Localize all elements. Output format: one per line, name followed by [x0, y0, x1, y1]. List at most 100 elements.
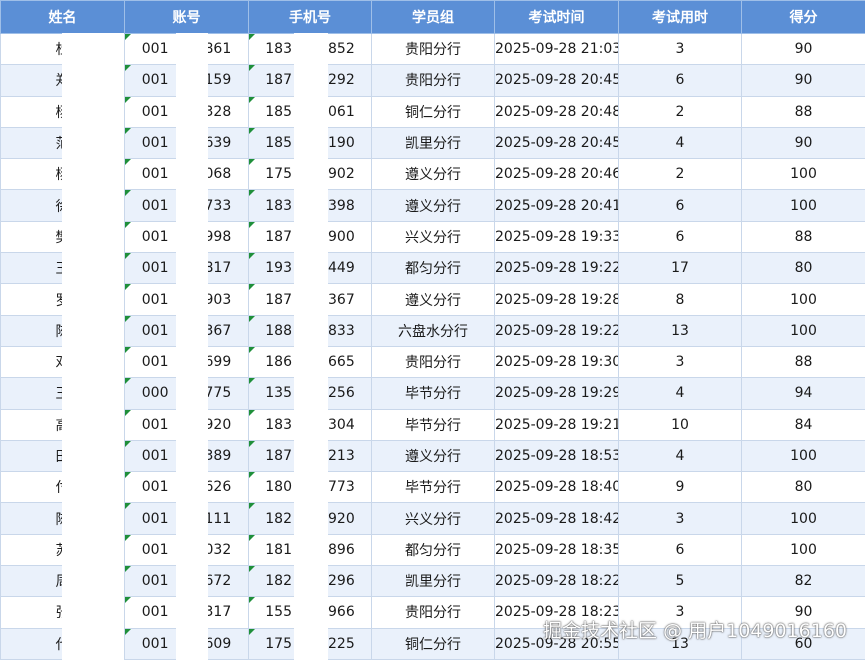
cell-duration: 3: [618, 32, 742, 66]
cell-duration: 2: [618, 158, 742, 191]
header-exam-time[interactable]: 考试时间: [494, 0, 619, 34]
table-row[interactable]: 付001626180773毕节分行2025-09-28 18:40980: [0, 471, 865, 504]
cell-group: 毕节分行: [371, 408, 495, 441]
table-row[interactable]: 高001920183304毕节分行2025-09-28 19:211084: [0, 408, 865, 441]
table-row[interactable]: 田001389187213遵义分行2025-09-28 18:534100: [0, 439, 865, 473]
header-score[interactable]: 得分: [741, 0, 865, 34]
table-row[interactable]: 邓001699186665贵阳分行2025-09-28 19:30388: [0, 345, 865, 379]
cell-group: 遵义分行: [371, 439, 495, 473]
cell-duration: 3: [618, 502, 742, 535]
cell-exam-time: 2025-09-28 19:28: [494, 283, 619, 316]
header-group[interactable]: 学员组: [371, 0, 495, 34]
cell-group: 都匀分行: [371, 533, 495, 567]
cell-score: 100: [741, 189, 865, 222]
cell-exam-time: 2025-09-28 18:42: [494, 502, 619, 535]
cell-exam-time: 2025-09-28 19:33: [494, 220, 619, 254]
cell-exam-time: 2025-09-28 20:46: [494, 158, 619, 191]
table-row[interactable]: 周001672182296凯里分行2025-09-28 18:22582: [0, 565, 865, 598]
cell-duration: 6: [618, 64, 742, 97]
cell-duration: 13: [618, 314, 742, 347]
cell-score: 90: [741, 32, 865, 66]
cell-exam-time: 2025-09-28 18:22: [494, 565, 619, 598]
cell-duration: 4: [618, 126, 742, 160]
cell-score: 88: [741, 95, 865, 128]
cell-group: 兴义分行: [371, 220, 495, 254]
table-row[interactable]: 范001639185190凯里分行2025-09-28 20:45490: [0, 126, 865, 160]
cell-exam-time: 2025-09-28 19:21: [494, 408, 619, 441]
table-row[interactable]: 王001817193449都匀分行2025-09-28 19:221780: [0, 252, 865, 285]
cell-group: 贵阳分行: [371, 64, 495, 97]
cell-score: 100: [741, 502, 865, 535]
cell-exam-time: 2025-09-28 18:53: [494, 439, 619, 473]
cell-exam-time: 2025-09-28 20:48: [494, 95, 619, 128]
cell-duration: 6: [618, 189, 742, 222]
redaction-mask-name: [62, 33, 124, 661]
header-name[interactable]: 姓名: [0, 0, 125, 34]
cell-exam-time: 2025-09-28 20:45: [494, 126, 619, 160]
cell-score: 82: [741, 565, 865, 598]
cell-group: 遵义分行: [371, 158, 495, 191]
cell-duration: 5: [618, 565, 742, 598]
table-row[interactable]: 杨001068175902遵义分行2025-09-28 20:462100: [0, 158, 865, 191]
cell-group: 毕节分行: [371, 377, 495, 410]
header-duration[interactable]: 考试用时: [618, 0, 742, 34]
cell-duration: 2: [618, 95, 742, 128]
cell-exam-time: 2025-09-28 20:45: [494, 64, 619, 97]
cell-group: 六盘水分行: [371, 314, 495, 347]
table-row[interactable]: 郑001159187292贵阳分行2025-09-28 20:45690: [0, 64, 865, 97]
cell-score: 94: [741, 377, 865, 410]
table-row[interactable]: 徐001733183398遵义分行2025-09-28 20:416100: [0, 189, 865, 222]
cell-group: 铜仁分行: [371, 627, 495, 660]
table-row[interactable]: 苏001032181896都匀分行2025-09-28 18:356100: [0, 533, 865, 567]
table-row[interactable]: 王000775135256毕节分行2025-09-28 19:29494: [0, 377, 865, 410]
cell-exam-time: 2025-09-28 18:40: [494, 471, 619, 504]
table-row[interactable]: 罗001903187367遵义分行2025-09-28 19:288100: [0, 283, 865, 316]
cell-score: 88: [741, 345, 865, 379]
cell-duration: 8: [618, 283, 742, 316]
cell-duration: 4: [618, 439, 742, 473]
cell-duration: 10: [618, 408, 742, 441]
cell-exam-time: 2025-09-28 21:03: [494, 32, 619, 66]
table-row[interactable]: 杜001861183852贵阳分行2025-09-28 21:03390: [0, 32, 865, 66]
cell-exam-time: 2025-09-28 18:35: [494, 533, 619, 567]
cell-group: 毕节分行: [371, 471, 495, 504]
cell-duration: 17: [618, 252, 742, 285]
cell-score: 100: [741, 158, 865, 191]
cell-group: 贵阳分行: [371, 596, 495, 629]
cell-score: 100: [741, 283, 865, 316]
cell-group: 都匀分行: [371, 252, 495, 285]
header-account[interactable]: 账号: [124, 0, 249, 34]
cell-exam-time: 2025-09-28 20:41: [494, 189, 619, 222]
table-row[interactable]: 樊001998187900兴义分行2025-09-28 19:33688: [0, 220, 865, 254]
exam-results-table: 姓名 账号 手机号 学员组 考试时间 考试用时 得分 杜001861183852…: [0, 0, 865, 660]
redaction-mask-account: [176, 33, 208, 661]
cell-group: 遵义分行: [371, 189, 495, 222]
cell-exam-time: 2025-09-28 19:22: [494, 314, 619, 347]
cell-score: 80: [741, 471, 865, 504]
cell-score: 90: [741, 64, 865, 97]
cell-group: 遵义分行: [371, 283, 495, 316]
cell-group: 兴义分行: [371, 502, 495, 535]
cell-score: 84: [741, 408, 865, 441]
cell-duration: 6: [618, 533, 742, 567]
cell-score: 90: [741, 126, 865, 160]
cell-duration: 9: [618, 471, 742, 504]
watermark: 掘金技术社区 @ 用户1049016160: [543, 620, 847, 642]
cell-duration: 4: [618, 377, 742, 410]
cell-exam-time: 2025-09-28 19:29: [494, 377, 619, 410]
header-phone[interactable]: 手机号: [248, 0, 372, 34]
table-row[interactable]: 陈001111182920兴义分行2025-09-28 18:423100: [0, 502, 865, 535]
cell-score: 80: [741, 252, 865, 285]
cell-duration: 6: [618, 220, 742, 254]
redaction-mask-phone: [294, 33, 328, 661]
table-row[interactable]: 杨001328185061铜仁分行2025-09-28 20:48288: [0, 95, 865, 128]
cell-duration: 3: [618, 345, 742, 379]
cell-score: 88: [741, 220, 865, 254]
cell-group: 凯里分行: [371, 565, 495, 598]
cell-score: 100: [741, 439, 865, 473]
cell-group: 贵阳分行: [371, 32, 495, 66]
cell-group: 贵阳分行: [371, 345, 495, 379]
cell-score: 100: [741, 314, 865, 347]
table-row[interactable]: 陈001367188833六盘水分行2025-09-28 19:2213100: [0, 314, 865, 347]
table-header-row: 姓名 账号 手机号 学员组 考试时间 考试用时 得分: [0, 0, 865, 34]
